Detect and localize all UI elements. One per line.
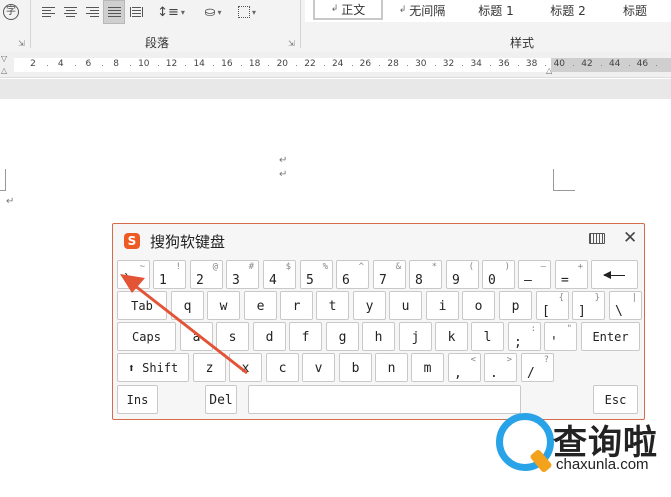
watermark-logo: 查询啦 chaxunla.com [496, 405, 671, 497]
magnifier-icon [496, 413, 554, 471]
annotation-arrow-shaft [133, 283, 248, 375]
watermark-domain: chaxunla.com [556, 456, 649, 473]
